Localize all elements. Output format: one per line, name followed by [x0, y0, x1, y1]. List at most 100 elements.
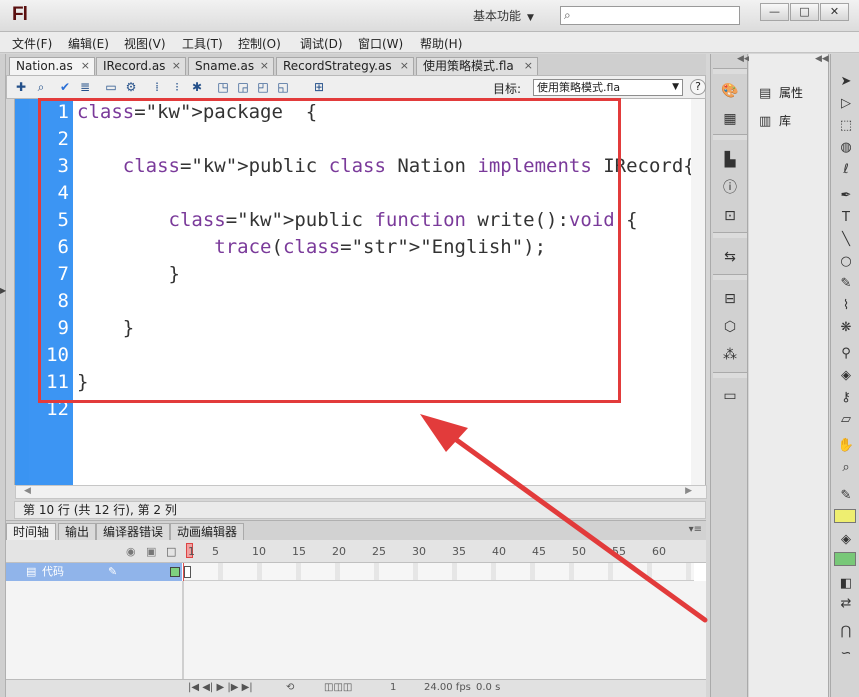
zoom-tool-icon[interactable]: ⌕	[836, 458, 856, 478]
pen-tool-icon[interactable]: ✒	[836, 186, 856, 206]
close-icon[interactable]: ×	[172, 58, 181, 74]
scroll-left-icon[interactable]: ◀	[24, 486, 31, 496]
close-icon[interactable]: ×	[400, 58, 409, 74]
code-snippets-icon[interactable]: ⊞	[311, 79, 327, 95]
line-tool-icon[interactable]: ╲	[836, 230, 856, 250]
debug-options-icon[interactable]: ⚙	[123, 79, 139, 95]
menu-file[interactable]: 文件(F)	[12, 35, 52, 52]
menu-debug[interactable]: 调试(D)	[300, 35, 343, 52]
timeline-splitter[interactable]	[182, 581, 184, 679]
fill-color-icon[interactable]: ◈	[836, 530, 856, 550]
3d-rotation-tool-icon[interactable]: ◍	[836, 138, 856, 158]
transform-panel-icon[interactable]: ⊡	[720, 206, 740, 226]
free-transform-tool-icon[interactable]: ⬚	[836, 116, 856, 136]
panel-menu-icon[interactable]: ▾≡	[689, 524, 702, 535]
block-comment-icon[interactable]: ◳	[215, 79, 231, 95]
info-panel-icon[interactable]: ⓘ	[720, 178, 740, 198]
align-panel-icon[interactable]: ▙	[720, 150, 740, 170]
remove-comment-icon[interactable]: ◰	[255, 79, 271, 95]
history-panel-icon[interactable]: ⇆	[720, 247, 740, 267]
check-syntax-icon[interactable]: ✔	[57, 79, 73, 95]
workspace-switcher[interactable]: 基本功能 ▼	[473, 7, 534, 24]
close-button[interactable]: ✕	[820, 3, 849, 21]
code-hint-icon[interactable]: ▭	[103, 79, 119, 95]
stroke-color-icon[interactable]: ✎	[836, 486, 856, 506]
dock-grip[interactable]	[713, 274, 747, 280]
subselection-tool-icon[interactable]: ▷	[836, 94, 856, 114]
properties-panel-tab[interactable]: ▤ 属性	[759, 84, 803, 101]
fill-color-swatch[interactable]	[834, 552, 856, 566]
close-icon[interactable]: ×	[81, 58, 90, 74]
menu-help[interactable]: 帮助(H)	[420, 35, 462, 52]
frame-cells[interactable]	[184, 563, 694, 581]
transport-controls[interactable]: |◀ ◀| ▶ |▶ ▶|	[188, 682, 253, 693]
maximize-button[interactable]: □	[790, 3, 819, 21]
search-input[interactable]: ⌕	[560, 6, 740, 25]
add-statement-icon[interactable]: ✚	[13, 79, 29, 95]
menu-tools[interactable]: 工具(T)	[182, 35, 223, 52]
menu-view[interactable]: 视图(V)	[124, 35, 166, 52]
loop-icon[interactable]: ⟲	[286, 682, 294, 693]
keyframe[interactable]	[184, 566, 191, 578]
collapse-arrows-icon[interactable]: ◀◀	[815, 54, 829, 66]
eyedropper-tool-icon[interactable]: ⚷	[836, 388, 856, 408]
lock-icon[interactable]: ▣	[146, 545, 156, 558]
tab-output[interactable]: 输出	[58, 523, 97, 541]
motion-presets-icon[interactable]: ⁂	[720, 345, 740, 365]
scroll-right-icon[interactable]: ▶	[685, 486, 692, 496]
hand-tool-icon[interactable]: ✋	[836, 436, 856, 456]
code-snippets-panel-icon[interactable]: ⊟	[720, 289, 740, 309]
lasso-tool-icon[interactable]: ℓ	[836, 160, 856, 180]
tab-compiler-errors[interactable]: 编译器错误	[96, 523, 171, 541]
eye-icon[interactable]: ◉	[126, 545, 136, 558]
auto-format-icon[interactable]: ≣	[77, 79, 93, 95]
vertical-scrollbar[interactable]	[691, 99, 705, 485]
toggle-toolbox-icon[interactable]: ◱	[275, 79, 291, 95]
code-editor[interactable]: 1 2 3 4 5 6 7 8 9 10 11 12 class="kw">pa…	[14, 99, 707, 499]
dock-grip[interactable]	[713, 68, 747, 74]
dock-grip[interactable]	[713, 134, 747, 140]
default-colors-icon[interactable]: ◧	[836, 574, 856, 594]
code-text-area[interactable]: class="kw">package { class="kw">public c…	[77, 99, 695, 485]
layer-color-swatch[interactable]	[170, 567, 180, 577]
color-panel-icon[interactable]: 🎨	[720, 81, 740, 101]
horizontal-scrollbar[interactable]: ◀ ▶	[15, 485, 707, 499]
expand-all-icon[interactable]: ✱	[189, 79, 205, 95]
tab-fla-file[interactable]: 使用策略模式.fla ×	[416, 57, 538, 75]
bone-tool-icon[interactable]: ⚲	[836, 344, 856, 364]
menu-control[interactable]: 控制(O)	[238, 35, 281, 52]
breakpoint-gutter[interactable]	[15, 99, 29, 485]
paint-bucket-tool-icon[interactable]: ◈	[836, 366, 856, 386]
brush-tool-icon[interactable]: ⌇	[836, 296, 856, 316]
dock-grip[interactable]	[713, 232, 747, 238]
tab-sname-as[interactable]: Sname.as ×	[188, 57, 274, 75]
tab-recordstrategy-as[interactable]: RecordStrategy.as ×	[276, 57, 414, 75]
menu-edit[interactable]: 编辑(E)	[68, 35, 109, 52]
layer-row[interactable]: ▤ 代码 ✎	[6, 563, 706, 581]
deco-tool-icon[interactable]: ❋	[836, 318, 856, 338]
close-icon[interactable]: ×	[524, 58, 533, 74]
frame-rate[interactable]: 24.00 fps	[424, 682, 471, 693]
target-select[interactable]: 使用策略模式.fla ▼	[533, 79, 683, 96]
project-panel-icon[interactable]: ▭	[720, 386, 740, 406]
minimize-button[interactable]: —	[760, 3, 789, 21]
eraser-tool-icon[interactable]: ▱	[836, 410, 856, 430]
tab-timeline[interactable]: 时间轴	[6, 523, 57, 541]
close-icon[interactable]: ×	[260, 58, 269, 74]
tab-nation-as[interactable]: Nation.as ×	[9, 57, 95, 75]
oval-tool-icon[interactable]: ○	[836, 252, 856, 272]
swap-colors-icon[interactable]: ⇄	[836, 594, 856, 614]
swatches-panel-icon[interactable]: ▦	[720, 109, 740, 129]
components-panel-icon[interactable]: ⬡	[720, 317, 740, 337]
snap-magnet-icon[interactable]: ⋂	[836, 622, 856, 642]
find-icon[interactable]: ⌕	[33, 79, 49, 95]
menu-window[interactable]: 窗口(W)	[358, 35, 403, 52]
onion-skin-icon[interactable]: ◫◫◫	[324, 682, 352, 693]
stroke-color-swatch[interactable]	[834, 509, 856, 523]
pencil-tool-icon[interactable]: ✎	[836, 274, 856, 294]
library-panel-tab[interactable]: ▥ 库	[759, 112, 791, 129]
selection-tool-icon[interactable]: ➤	[836, 72, 856, 92]
line-comment-icon[interactable]: ◲	[235, 79, 251, 95]
text-tool-icon[interactable]: T	[836, 208, 856, 228]
outline-icon[interactable]: □	[166, 545, 176, 558]
